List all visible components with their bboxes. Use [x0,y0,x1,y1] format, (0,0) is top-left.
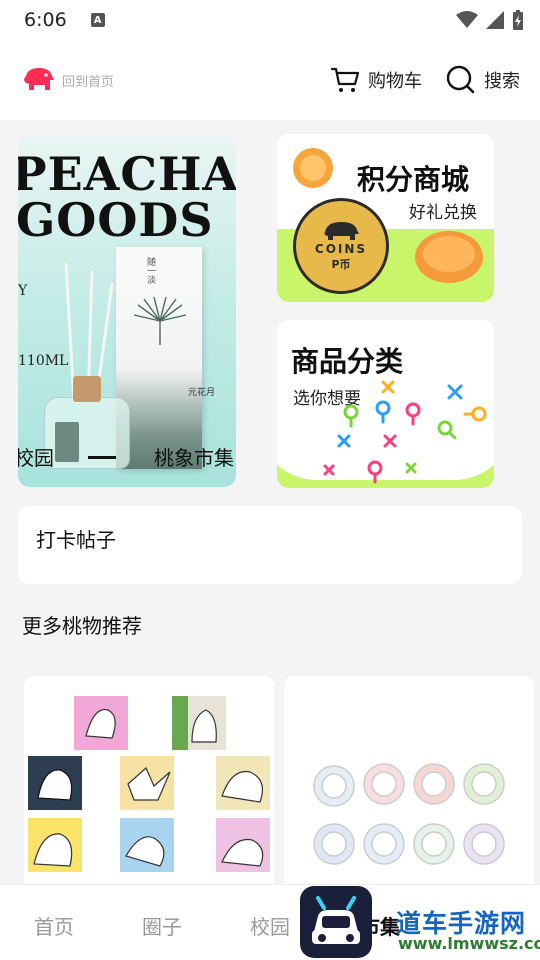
categories-card[interactable]: 商品分类 选你想要 [277,320,494,488]
elephant-logo-icon [24,68,54,90]
coin-sub-text: P币 [331,258,351,271]
wifi-icon [456,11,478,28]
site-watermark: 道车手游网 www.lmwwsz.com [300,886,540,960]
tab-circle[interactable]: 圈子 [142,911,182,940]
search-icon [446,65,475,94]
checkin-posts-label: 打卡帖子 [36,528,116,552]
banner-y-label: Y [18,283,28,299]
search-button[interactable]: 搜索 [446,65,520,95]
palm-leaf-icon [133,297,187,345]
banner-headline-2: GOODS [18,193,214,247]
coin-elephant-icon [324,222,359,240]
points-mall-title: 积分商城 [357,163,470,196]
cat-stickers-image [28,696,270,872]
bottle-label [55,422,79,462]
home-link-label: 回到首页 [62,74,115,90]
banner-carousel[interactable]: PEACHANT GOODS Y 110ML 随一淡 元花月 校园 桃象市集 [18,135,236,487]
categories-decoration-icons [323,380,487,484]
checkin-posts-card[interactable]: 打卡帖子 [18,506,522,584]
home-logo-link[interactable]: 回到首页 [22,66,114,94]
recommend-section-title: 更多桃物推荐 [22,614,142,638]
status-icons [456,10,524,30]
diffuser-bottle [44,376,130,469]
banner-caption-left: 校园 [18,446,54,470]
car-icon [312,896,360,944]
tape-rolls-image [313,763,505,865]
box-text-top: 随一淡 [145,257,155,284]
cart-icon [330,67,360,92]
points-mall-card[interactable]: 积分商城 好礼兑换 COINS P币 [277,134,494,302]
cart-label: 购物车 [368,71,422,92]
banner-volume: 110ML [18,353,69,369]
tab-home[interactable]: 首页 [34,911,74,940]
watermark-car-logo [300,886,372,958]
top-header: 回到首页 购物车 搜索 [0,40,540,120]
tab-campus[interactable]: 校园 [250,911,290,940]
banner-caption-right: 桃象市集 [154,446,234,470]
bottle-cap [73,376,101,402]
product-card-cat-stickers[interactable] [24,676,274,896]
coin-text: COINS [314,242,368,256]
notification-icon: A [90,13,105,27]
status-bar: 6:06 A [0,0,540,40]
status-time: 6:06 [24,9,67,31]
coin-small-icon [293,148,333,188]
box-text-side: 元花月 [188,388,216,398]
coin-big-icon: COINS P币 [293,198,389,294]
signal-icon [486,11,504,29]
cart-button[interactable]: 购物车 [330,66,422,94]
watermark-url: www.lmwwsz.com [398,934,540,953]
coin-side-icon [415,231,483,283]
points-mall-subtitle: 好礼兑换 [409,203,477,223]
battery-icon [513,10,523,30]
search-label: 搜索 [484,71,520,92]
carousel-indicator [88,456,116,459]
product-card-tape-rolls[interactable] [284,676,534,896]
